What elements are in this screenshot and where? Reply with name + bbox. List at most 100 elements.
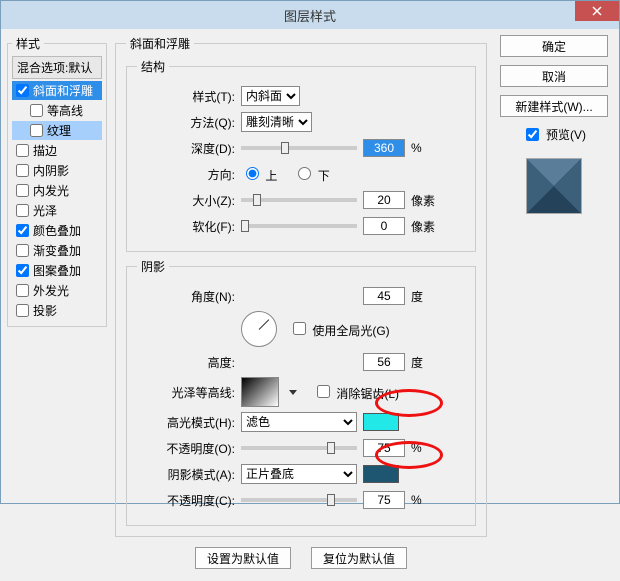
size-slider[interactable] bbox=[241, 198, 357, 202]
style-pattern-overlay-check[interactable] bbox=[16, 264, 29, 277]
reset-default-button[interactable]: 复位为默认值 bbox=[311, 547, 407, 569]
style-contour-check[interactable] bbox=[30, 104, 43, 117]
shadow-mode-row: 阴影模式(A): 正片叠底 bbox=[137, 463, 465, 485]
shadow-color-swatch[interactable] bbox=[363, 465, 399, 483]
shading-legend: 阴影 bbox=[137, 258, 169, 275]
size-input[interactable]: 20 bbox=[363, 191, 405, 209]
shadow-mode-label: 阴影模式(A): bbox=[137, 466, 235, 483]
altitude-label: 高度: bbox=[137, 354, 235, 371]
direction-down[interactable]: 下 bbox=[293, 164, 329, 184]
highlight-mode-label: 高光模式(H): bbox=[137, 414, 235, 431]
gloss-contour-picker[interactable] bbox=[241, 377, 279, 407]
global-light-row: 使用全局光(G) bbox=[137, 311, 465, 347]
style-inner-shadow[interactable]: 内阴影 bbox=[12, 161, 102, 180]
antialias[interactable]: 消除锯齿(L) bbox=[313, 382, 399, 402]
style-outer-glow-check[interactable] bbox=[16, 284, 29, 297]
preview-check[interactable] bbox=[526, 128, 539, 141]
style-bevel[interactable]: 斜面和浮雕 bbox=[12, 81, 102, 100]
method-select[interactable]: 雕刻清晰 bbox=[241, 112, 312, 132]
direction-up-radio[interactable] bbox=[246, 167, 259, 180]
size-label: 大小(Z): bbox=[137, 192, 235, 209]
shadow-opacity-row: 不透明度(C): 75 % bbox=[137, 489, 465, 511]
chevron-down-icon[interactable] bbox=[289, 390, 297, 395]
depth-slider[interactable] bbox=[241, 146, 357, 150]
style-inner-shadow-label: 内阴影 bbox=[33, 162, 69, 179]
highlight-color-swatch[interactable] bbox=[363, 413, 399, 431]
method-label: 方法(Q): bbox=[137, 114, 235, 131]
style-contour[interactable]: 等高线 bbox=[12, 101, 102, 120]
effects-list-panel: 样式 混合选项:默认 斜面和浮雕 等高线 纹理 描边 内阴影 内发光 光泽 颜色… bbox=[7, 35, 107, 575]
close-icon bbox=[592, 6, 602, 16]
highlight-opacity-unit: % bbox=[411, 441, 441, 455]
structure-legend: 结构 bbox=[137, 58, 169, 75]
style-bevel-check[interactable] bbox=[16, 84, 29, 97]
style-satin-label: 光泽 bbox=[33, 202, 57, 219]
style-inner-glow-check[interactable] bbox=[16, 184, 29, 197]
direction-up[interactable]: 上 bbox=[241, 164, 277, 184]
antialias-check[interactable] bbox=[317, 385, 330, 398]
close-button[interactable] bbox=[575, 1, 619, 21]
depth-input[interactable]: 360 bbox=[363, 139, 405, 157]
style-satin-check[interactable] bbox=[16, 204, 29, 217]
angle-row: 角度(N): 45 度 bbox=[137, 285, 465, 307]
style-gradient-overlay-label: 渐变叠加 bbox=[33, 242, 81, 259]
style-stroke[interactable]: 描边 bbox=[12, 141, 102, 160]
style-color-overlay-check[interactable] bbox=[16, 224, 29, 237]
blend-options-row[interactable]: 混合选项:默认 bbox=[12, 56, 102, 79]
cancel-button[interactable]: 取消 bbox=[500, 65, 608, 87]
highlight-mode-select[interactable]: 滤色 bbox=[241, 412, 357, 432]
style-stroke-check[interactable] bbox=[16, 144, 29, 157]
style-inner-glow[interactable]: 内发光 bbox=[12, 181, 102, 200]
style-texture[interactable]: 纹理 bbox=[12, 121, 102, 140]
shadow-opacity-unit: % bbox=[411, 493, 441, 507]
action-panel: 确定 取消 新建样式(W)... 预览(V) bbox=[495, 35, 613, 575]
window-title: 图层样式 bbox=[1, 6, 619, 25]
style-gradient-overlay[interactable]: 渐变叠加 bbox=[12, 241, 102, 260]
direction-down-radio[interactable] bbox=[298, 167, 311, 180]
new-style-button[interactable]: 新建样式(W)... bbox=[500, 95, 608, 117]
default-buttons: 设置为默认值 复位为默认值 bbox=[115, 541, 487, 575]
angle-label: 角度(N): bbox=[137, 288, 235, 305]
depth-label: 深度(D): bbox=[137, 140, 235, 157]
size-unit: 像素 bbox=[411, 192, 441, 209]
style-pattern-overlay[interactable]: 图案叠加 bbox=[12, 261, 102, 280]
size-row: 大小(Z): 20 像素 bbox=[137, 189, 465, 211]
style-drop-shadow-check[interactable] bbox=[16, 304, 29, 317]
style-outer-glow[interactable]: 外发光 bbox=[12, 281, 102, 300]
angle-input[interactable]: 45 bbox=[363, 287, 405, 305]
preview-toggle[interactable]: 预览(V) bbox=[522, 125, 586, 144]
gloss-row: 光泽等高线: 消除锯齿(L) bbox=[137, 377, 465, 407]
shadow-mode-select[interactable]: 正片叠底 bbox=[241, 464, 357, 484]
global-light[interactable]: 使用全局光(G) bbox=[289, 319, 390, 339]
ok-button[interactable]: 确定 bbox=[500, 35, 608, 57]
highlight-opacity-slider[interactable] bbox=[241, 446, 357, 450]
shadow-opacity-slider[interactable] bbox=[241, 498, 357, 502]
style-select[interactable]: 内斜面 bbox=[241, 86, 300, 106]
styles-legend: 样式 bbox=[12, 35, 44, 52]
shadow-opacity-label: 不透明度(C): bbox=[137, 492, 235, 509]
style-satin[interactable]: 光泽 bbox=[12, 201, 102, 220]
global-light-check[interactable] bbox=[293, 322, 306, 335]
set-default-button[interactable]: 设置为默认值 bbox=[195, 547, 291, 569]
altitude-row: 高度: 56 度 bbox=[137, 351, 465, 373]
style-texture-check[interactable] bbox=[30, 124, 43, 137]
altitude-input[interactable]: 56 bbox=[363, 353, 405, 371]
titlebar: 图层样式 bbox=[1, 1, 619, 29]
style-outer-glow-label: 外发光 bbox=[33, 282, 69, 299]
altitude-unit: 度 bbox=[411, 354, 441, 371]
style-gradient-overlay-check[interactable] bbox=[16, 244, 29, 257]
soften-slider[interactable] bbox=[241, 224, 357, 228]
style-color-overlay[interactable]: 颜色叠加 bbox=[12, 221, 102, 240]
layer-style-dialog: 图层样式 样式 混合选项:默认 斜面和浮雕 等高线 纹理 描边 内阴影 内发光 … bbox=[0, 0, 620, 504]
shadow-opacity-input[interactable]: 75 bbox=[363, 491, 405, 509]
style-contour-label: 等高线 bbox=[47, 102, 83, 119]
angle-dial[interactable] bbox=[241, 311, 277, 347]
bevel-group: 斜面和浮雕 结构 样式(T): 内斜面 方法(Q): 雕刻清晰 深度(D): 3… bbox=[115, 35, 487, 537]
angle-unit: 度 bbox=[411, 288, 441, 305]
highlight-opacity-input[interactable]: 75 bbox=[363, 439, 405, 457]
soften-input[interactable]: 0 bbox=[363, 217, 405, 235]
soften-label: 软化(F): bbox=[137, 218, 235, 235]
style-drop-shadow[interactable]: 投影 bbox=[12, 301, 102, 320]
bevel-legend: 斜面和浮雕 bbox=[126, 35, 194, 52]
style-inner-shadow-check[interactable] bbox=[16, 164, 29, 177]
